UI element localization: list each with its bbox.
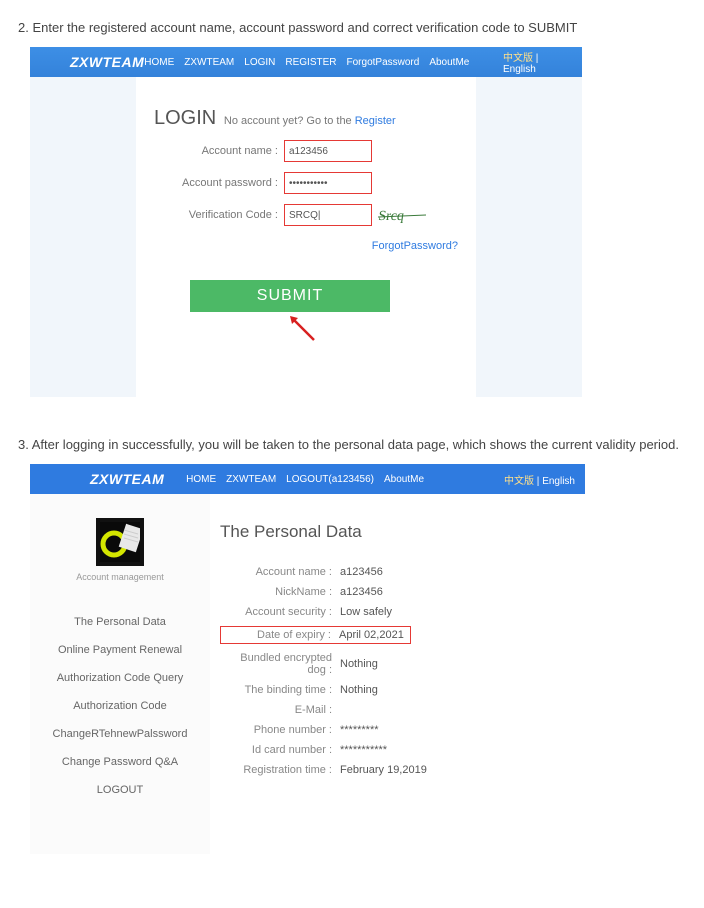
pd-row-email: E-Mail :	[220, 704, 585, 716]
lang2-cn[interactable]: 中文版	[504, 476, 534, 487]
nav2-about[interactable]: AboutMe	[384, 474, 424, 485]
brand-logo: ZXWTEAM	[70, 54, 144, 70]
nav2-home[interactable]: HOME	[186, 474, 216, 485]
expiry-highlight: Date of expiry :April 02,2021	[220, 626, 411, 644]
nav-zxwteam[interactable]: ZXWTEAM	[184, 57, 234, 68]
pd-row-account: Account name :a123456	[220, 566, 585, 578]
nav-about[interactable]: AboutMe	[429, 57, 469, 68]
screenshot-login: ZXWTEAM HOME ZXWTEAM LOGIN REGISTER Forg…	[30, 47, 690, 397]
lang2-sep: |	[534, 476, 542, 487]
sidebar-item-auth-query[interactable]: Authorization Code Query	[51, 668, 190, 688]
step-2-text: 2. Enter the registered account name, ac…	[18, 20, 690, 35]
captcha-image: Srcq	[378, 205, 426, 225]
lang2-en[interactable]: English	[542, 476, 575, 487]
personal-data-title: The Personal Data	[220, 522, 585, 542]
brand-logo-2: ZXWTEAM	[90, 471, 164, 487]
nav2-logout[interactable]: LOGOUT(a123456)	[286, 474, 374, 485]
login-subtitle: No account yet? Go to the Register	[224, 115, 396, 127]
pd-row-idcard: Id card number :***********	[220, 744, 585, 756]
topbar-1: ZXWTEAM HOME ZXWTEAM LOGIN REGISTER Forg…	[30, 47, 582, 77]
pd-row-phone: Phone number :*********	[220, 724, 585, 736]
pd-row-regtime: Registration time :February 19,2019	[220, 764, 585, 776]
nav-home[interactable]: HOME	[144, 57, 174, 68]
avatar-image	[96, 518, 144, 566]
lang-cn[interactable]: 中文版	[503, 53, 533, 64]
nav-forgot[interactable]: ForgotPassword	[347, 57, 420, 68]
topbar-2: ZXWTEAM HOME ZXWTEAM LOGOUT(a123456) Abo…	[30, 464, 585, 494]
register-link[interactable]: Register	[355, 115, 396, 127]
login-box: LOGIN No account yet? Go to the Register…	[136, 77, 476, 397]
lang-sep: |	[533, 53, 538, 64]
screenshot-personal-data: ZXWTEAM HOME ZXWTEAM LOGOUT(a123456) Abo…	[30, 464, 690, 854]
step-3-text: 3. After logging in successfully, you wi…	[18, 437, 690, 452]
password-label: Account password :	[154, 177, 284, 189]
pd-row-nick: NickName :a123456	[220, 586, 585, 598]
sidebar-item-logout[interactable]: LOGOUT	[91, 780, 149, 800]
arrow-annotation-icon	[286, 314, 316, 347]
account-input[interactable]: a123456	[284, 140, 372, 162]
sidebar-item-change-password[interactable]: ChangeRTehnewPalssword	[47, 724, 194, 744]
personal-data-main: The Personal Data Account name :a123456 …	[210, 494, 585, 854]
account-label: Account name :	[154, 145, 284, 157]
password-input[interactable]: •••••••••••	[284, 172, 372, 194]
sidebar: Account management The Personal Data Onl…	[30, 494, 210, 854]
forgot-password-link[interactable]: ForgotPassword?	[372, 240, 458, 252]
vcode-label: Verification Code :	[154, 209, 284, 221]
lang-en[interactable]: English	[503, 64, 536, 75]
submit-button[interactable]: SUBMIT	[190, 280, 390, 312]
nav-login[interactable]: LOGIN	[244, 57, 275, 68]
nav-register[interactable]: REGISTER	[285, 57, 336, 68]
sidebar-item-auth-code[interactable]: Authorization Code	[67, 696, 173, 716]
login-title: LOGIN	[154, 107, 216, 130]
vcode-input[interactable]: SRCQ|	[284, 204, 372, 226]
sidebar-item-personal-data[interactable]: The Personal Data	[68, 612, 172, 632]
pd-row-expiry: Date of expiry :April 02,2021	[220, 626, 585, 644]
account-management-label: Account management	[76, 572, 164, 582]
nav2-zxwteam[interactable]: ZXWTEAM	[226, 474, 276, 485]
pd-row-security: Account security :Low safely	[220, 606, 585, 618]
sidebar-item-renewal[interactable]: Online Payment Renewal	[52, 640, 188, 660]
sidebar-item-password-qa[interactable]: Change Password Q&A	[56, 752, 184, 772]
pd-row-dog: Bundled encrypted dog :Nothing	[220, 652, 585, 676]
pd-row-binding: The binding time :Nothing	[220, 684, 585, 696]
